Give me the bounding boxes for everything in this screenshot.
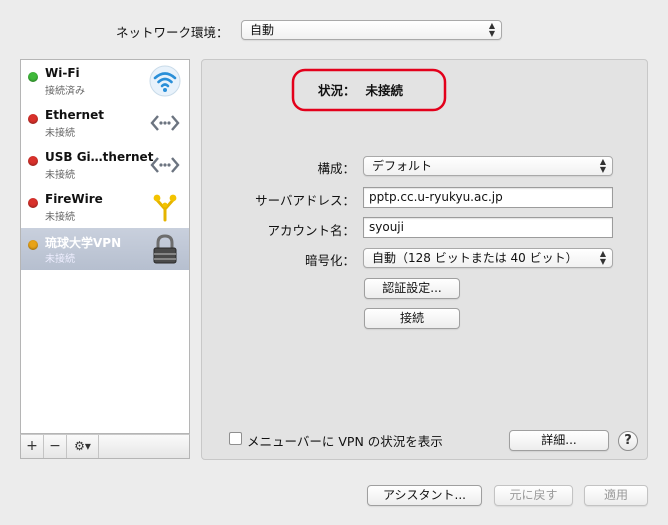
- status-dot: [28, 72, 38, 82]
- ethernet-icon: [150, 157, 180, 173]
- service-status: 接続済み: [45, 86, 85, 97]
- account-name-field[interactable]: syouji: [363, 217, 613, 238]
- status-dot: [28, 114, 38, 124]
- add-service-button[interactable]: +: [21, 435, 44, 458]
- authentication-settings-button[interactable]: 認証設定...: [364, 278, 460, 299]
- status-dot: [28, 240, 38, 250]
- apply-button[interactable]: 適用: [584, 485, 648, 506]
- service-status: 未接続: [45, 212, 75, 223]
- location-label: ネットワーク環境：: [116, 25, 229, 40]
- service-item-wifi[interactable]: Wi-Fi 接続済み: [21, 60, 189, 102]
- encryption-value: 自動（128 ビットまたは 40 ビット）: [372, 251, 578, 265]
- service-status: 未接続: [45, 128, 75, 139]
- connect-button[interactable]: 接続: [364, 308, 460, 329]
- action-menu-button[interactable]: ⚙▾: [67, 435, 99, 458]
- encryption-popup[interactable]: 自動（128 ビットまたは 40 ビット） ▲ ▼: [363, 248, 613, 268]
- status-dot: [28, 198, 38, 208]
- account-name-label: アカウント名：: [267, 223, 355, 238]
- server-address-field[interactable]: pptp.cc.u-ryukyu.ac.jp: [363, 187, 613, 208]
- wifi-icon: [149, 65, 181, 97]
- show-vpn-status-checkbox[interactable]: [229, 432, 242, 445]
- firewire-icon: [153, 194, 177, 222]
- advanced-button[interactable]: 詳細...: [509, 430, 609, 451]
- popup-arrows-icon: ▲ ▼: [488, 21, 495, 38]
- service-status: 未接続: [45, 254, 75, 265]
- service-name: FireWire: [45, 192, 103, 206]
- vpn-lock-icon: [153, 234, 177, 264]
- assistant-button[interactable]: アシスタント...: [367, 485, 482, 506]
- server-address-label: サーバアドレス：: [255, 193, 355, 208]
- annotation-highlight: [291, 68, 447, 112]
- help-button[interactable]: ?: [618, 431, 638, 451]
- service-name: Ethernet: [45, 108, 104, 122]
- location-value: 自動: [250, 23, 275, 37]
- service-status: 未接続: [45, 170, 75, 181]
- service-name: 琉球大学VPN: [45, 236, 122, 250]
- show-vpn-status-label: メニューバーに VPN の状況を表示: [247, 434, 443, 449]
- location-popup[interactable]: 自動 ▲ ▼: [241, 20, 502, 40]
- service-item-ethernet[interactable]: Ethernet 未接続: [21, 102, 189, 144]
- popup-arrows-icon: ▲ ▼: [599, 157, 606, 174]
- service-name: Wi-Fi: [45, 66, 80, 80]
- config-popup[interactable]: デフォルト ▲ ▼: [363, 156, 613, 176]
- service-list-toolbar: + − ⚙▾: [20, 434, 190, 459]
- popup-arrows-icon: ▲ ▼: [599, 249, 606, 266]
- status-dot: [28, 156, 38, 166]
- service-item-firewire[interactable]: FireWire 未接続: [21, 186, 189, 228]
- service-item-vpn[interactable]: 琉球大学VPN 未接続: [21, 228, 189, 270]
- encryption-label: 暗号化：: [304, 253, 355, 268]
- service-item-usb-ethernet[interactable]: USB Gi…thernet 未接続: [21, 144, 189, 186]
- ethernet-icon: [150, 115, 180, 131]
- config-value: デフォルト: [372, 159, 433, 173]
- revert-button[interactable]: 元に戻す: [494, 485, 573, 506]
- service-name: USB Gi…thernet: [45, 150, 154, 164]
- config-label: 構成：: [317, 161, 355, 176]
- remove-service-button[interactable]: −: [44, 435, 67, 458]
- service-list[interactable]: Wi-Fi 接続済み Ethernet 未接続 USB Gi…thernet 未…: [20, 59, 190, 434]
